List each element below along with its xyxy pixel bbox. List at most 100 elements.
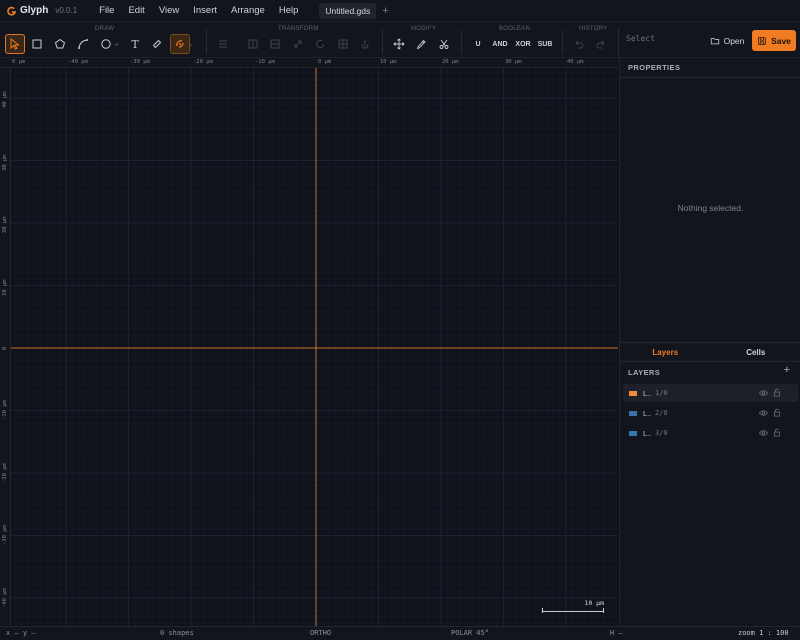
circle-icon [100,39,111,49]
document-tab[interactable]: Untitled.gds [319,2,377,19]
eye-icon[interactable] [759,429,768,437]
toolbar-separator [618,28,619,58]
status-shape-count: 0 shapes [160,629,194,637]
rectangle-tool-button[interactable] [27,34,47,54]
snap-toggle-button[interactable] [170,34,193,54]
ruler-left-label: 0 [2,346,8,350]
layer-row[interactable]: L.. 2/0 [623,404,798,422]
tab-cells[interactable]: Cells [711,343,800,361]
array-tool-button[interactable] [333,34,353,54]
layer-row[interactable]: L.. 1/0 [623,384,798,402]
status-h-readout: H — [610,629,623,637]
menu-edit[interactable]: Edit [121,5,151,16]
major-grid-lines [11,68,618,626]
menu-help[interactable]: Help [272,5,306,16]
properties-empty-message: Nothing selected. [677,203,744,213]
unlock-icon[interactable] [773,388,781,397]
properties-header: PROPERTIES [620,58,800,78]
new-tab-button[interactable]: + [382,5,388,17]
ruler-left-label: -20 µm [2,463,8,483]
ruler-vertical: 40 µm 30 µm 20 µm 10 µm 0 -10 µm -20 µm … [0,68,11,626]
cursor-arrow-icon [10,38,20,50]
polygon-tool-button[interactable] [50,34,70,54]
ruler-left-label: 10 µm [2,279,8,296]
toolbar-separator [562,30,563,54]
path-tool-button[interactable] [73,34,93,54]
add-layer-button[interactable]: + [784,364,790,376]
rectangle-icon [32,39,42,49]
layer-color-swatch[interactable] [629,410,637,416]
move-tool-button[interactable] [389,34,409,54]
pentagon-icon [54,38,66,49]
save-disk-icon [758,36,766,45]
edit-vertices-button[interactable] [411,34,431,54]
save-button[interactable]: Save [752,30,796,51]
redo-button[interactable] [591,34,611,54]
ruler-left-label: -30 µm [2,525,8,545]
rotate-icon [316,40,324,48]
ruler-horizontal: 0 µm -40 µm -30 µm -20 µm -10 µm 0 µm 10… [0,58,618,68]
scale-bar-tick [542,608,543,613]
main-menu: File Edit View Insert Arrange Help [92,5,305,16]
scale-bar-label: 10 µm [584,599,604,607]
layout-canvas[interactable]: 0 µm -40 µm -30 µm -20 µm -10 µm 0 µm 10… [0,58,618,626]
layer-row[interactable]: L.. 3/0 [623,424,798,442]
flip-horizontal-button[interactable] [243,34,263,54]
ruler-top-label: 10 µm [380,59,397,65]
unlock-icon[interactable] [773,408,781,417]
flip-vertical-icon [270,39,280,49]
scale-tool-button[interactable] [288,34,308,54]
status-zoom[interactable]: zoom 1 : 100 [738,629,789,637]
boolean-union-button[interactable]: U [467,34,489,54]
tab-layers[interactable]: Layers [620,343,711,361]
rotate-tool-button[interactable] [310,34,330,54]
scale-bar-tick [603,608,604,613]
ruler-top-label: 40 µm [567,59,584,65]
status-coords: x — y — [6,629,36,637]
app-logo: Glyph v0.0.1 [7,5,77,16]
cut-tool-button[interactable] [434,34,454,54]
open-button[interactable]: Open [706,31,748,51]
ruler-tool-button[interactable] [147,34,167,54]
status-ortho-toggle[interactable]: ORTHO [310,629,331,637]
toolbar: DRAW TRANSFORM MODIFY BOOLEAN HISTORY T [0,22,800,58]
unlock-icon[interactable] [773,428,781,437]
layer-color-swatch[interactable] [629,430,637,436]
layer-number: 1/0 [655,389,668,397]
group-label-boolean: BOOLEAN [499,26,531,32]
eye-icon[interactable] [759,389,768,397]
menu-arrange[interactable]: Arrange [224,5,272,16]
menu-file[interactable]: File [92,5,121,16]
anchor-icon [361,40,369,49]
ruler-left-label: 40 µm [2,91,8,108]
folder-icon [710,38,719,45]
layer-color-swatch[interactable] [629,390,637,396]
circle-tool-button[interactable] [95,34,123,54]
app-name: Glyph [20,5,49,16]
text-tool-button[interactable]: T [125,34,145,54]
boolean-sub-button[interactable]: SUB [534,34,556,54]
ruler-top-label: -40 µm [68,59,88,65]
right-panel: PROPERTIES Nothing selected. Layers Cell… [619,58,800,626]
align-tool-button[interactable] [213,34,233,54]
chevron-down-icon [189,44,193,47]
status-polar-toggle[interactable]: POLAR 45° [451,629,489,637]
boolean-xor-button[interactable]: XOR [512,34,534,54]
ruler-top-label: -30 µm [130,59,150,65]
undo-icon [575,40,584,49]
layer-name: L.. [643,408,652,418]
ruler-top-label: -20 µm [193,59,213,65]
anchor-tool-button[interactable] [355,34,375,54]
select-tool-button[interactable] [5,34,25,54]
group-label-transform: TRANSFORM [278,26,319,32]
menu-insert[interactable]: Insert [186,5,224,16]
boolean-and-button[interactable]: AND [489,34,511,54]
toolbar-separator [461,30,462,54]
flip-vertical-button[interactable] [265,34,285,54]
menu-view[interactable]: View [152,5,186,16]
grid-array-icon [338,39,348,49]
undo-button[interactable] [569,34,589,54]
save-label: Save [771,35,791,46]
group-label-history: HISTORY [579,26,608,32]
eye-icon[interactable] [759,409,768,417]
